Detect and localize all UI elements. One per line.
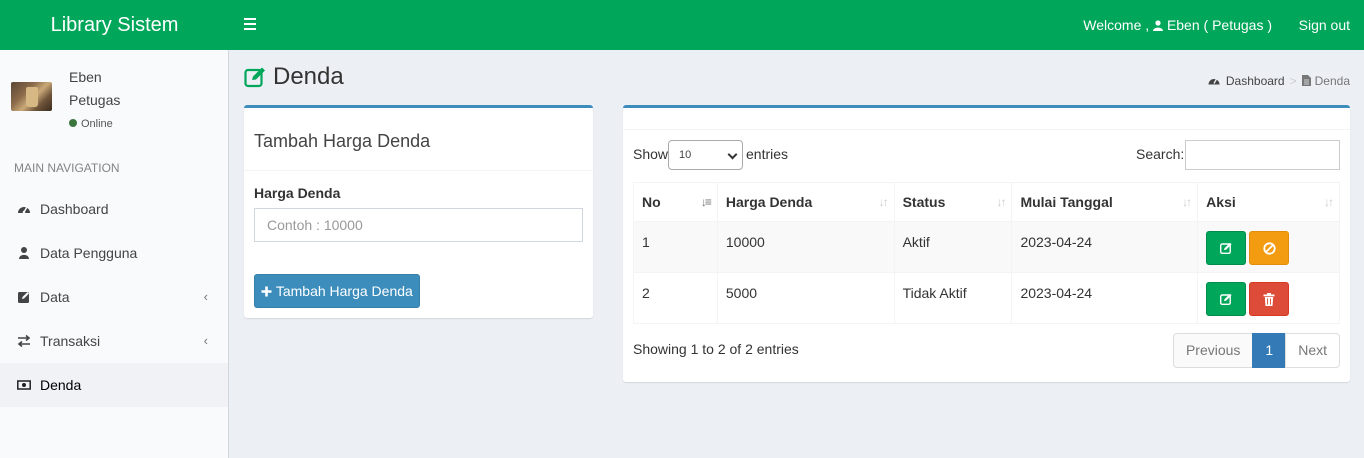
app-logo[interactable]: Library Sistem (0, 0, 229, 50)
sidebar-item-label: Data Pengguna (40, 245, 138, 261)
online-dot-icon (69, 119, 77, 128)
sidebar-item-data[interactable]: Data ‹ (0, 275, 228, 319)
dashboard-icon (1208, 78, 1220, 85)
user-role: Petugas (69, 92, 121, 108)
cell-harga: 5000 (716, 272, 895, 324)
page-1-button[interactable]: 1 (1252, 333, 1287, 368)
cell-no: 2 (633, 272, 718, 324)
table-row: 2 5000 Tidak Aktif 2023-04-24 (633, 272, 1340, 324)
cell-aksi (1197, 272, 1340, 324)
tambah-harga-denda-label: Tambah Harga Denda (275, 283, 413, 299)
edit-icon (244, 67, 265, 88)
sidebar-item-label: Transaksi (40, 333, 101, 349)
sidebar: Eben Petugas Online MAIN NAVIGATION Dash… (0, 50, 229, 458)
sort-icon: ↓↑ (878, 195, 889, 209)
fine-table-box: Show 10 entries Search: No ↓≡ Harga Denda… (623, 105, 1350, 382)
sidebar-item-data-pengguna[interactable]: Data Pengguna (0, 231, 228, 275)
user-panel: Eben Petugas Online (0, 50, 228, 145)
welcome-label: Welcome , (1083, 17, 1150, 33)
harga-denda-label: Harga Denda (254, 185, 341, 201)
sort-icon: ↓↑ (1182, 195, 1192, 209)
sort-icon: ↓↑ (1324, 195, 1334, 209)
welcome-username: Eben ( Petugas ) (1166, 17, 1272, 33)
next-page-button[interactable]: Next (1285, 333, 1340, 368)
show-label: Show (633, 146, 669, 162)
breadcrumb-current: Denda (1314, 74, 1350, 88)
search-input[interactable] (1185, 140, 1340, 170)
entries-length-select[interactable]: 10 (668, 140, 743, 170)
column-header-harga-denda[interactable]: Harga Denda ↓↑ (716, 182, 895, 222)
box-divider (623, 129, 1350, 130)
edit-button[interactable] (1206, 282, 1247, 316)
breadcrumb: Dashboard > Denda (1208, 74, 1350, 88)
sidebar-item-label: Dashboard (40, 201, 109, 217)
sidebar-item-dashboard[interactable]: Dashboard (0, 187, 228, 231)
column-header-status[interactable]: Status ↓↑ (893, 182, 1013, 222)
user-status-label: Online (81, 118, 113, 130)
user-name: Eben (69, 69, 102, 85)
edit-icon (1220, 242, 1232, 254)
chevron-left-icon: ‹ (203, 333, 208, 348)
pagination: Previous 1 Next (1172, 333, 1340, 368)
user-icon (1153, 20, 1164, 31)
sort-asc-icon: ↓≡ (700, 195, 712, 209)
trash-icon (1263, 293, 1275, 306)
sidebar-item-label: Data (40, 289, 70, 305)
table-info: Showing 1 to 2 of 2 entries (633, 341, 799, 357)
column-header-no[interactable]: No ↓≡ (633, 182, 718, 222)
cell-status: Aktif (893, 221, 1013, 273)
cell-tanggal: 2023-04-24 (1011, 272, 1199, 324)
avatar (11, 82, 52, 111)
delete-button[interactable] (1249, 282, 1290, 316)
column-header-mulai-tanggal[interactable]: Mulai Tanggal ↓↑ (1011, 182, 1199, 222)
ban-icon (1263, 242, 1276, 255)
sidebar-item-label: Denda (40, 377, 82, 393)
exchange-icon (17, 334, 31, 348)
edit-icon (1220, 293, 1232, 305)
dashboard-icon (18, 206, 30, 214)
page-title-text: Denda (273, 63, 344, 90)
plus-icon (261, 286, 272, 297)
cell-status: Tidak Aktif (893, 272, 1013, 324)
entries-label: entries (746, 146, 789, 162)
chevron-left-icon: ‹ (203, 289, 208, 304)
cell-harga: 10000 (716, 221, 895, 273)
box-divider (244, 170, 593, 171)
sidebar-item-denda[interactable]: Denda (0, 363, 228, 407)
add-fine-form-box: Tambah Harga Denda Harga Denda Tambah Ha… (244, 105, 593, 318)
column-header-aksi[interactable]: Aksi ↓↑ (1197, 182, 1340, 222)
nav-header: MAIN NAVIGATION (14, 161, 120, 175)
chevron-down-icon (727, 149, 738, 160)
top-header: Library Sistem Welcome , Eben ( Petugas … (0, 0, 1364, 50)
cell-tanggal: 2023-04-24 (1011, 221, 1199, 273)
sidebar-toggle-icon[interactable] (244, 18, 256, 32)
sidebar-item-transaksi[interactable]: Transaksi ‹ (0, 319, 228, 363)
user-status: Online (69, 118, 113, 130)
welcome-user[interactable]: Welcome , Eben ( Petugas ) (1083, 0, 1272, 50)
sort-icon: ↓↑ (996, 195, 1006, 209)
money-icon (17, 380, 31, 390)
user-icon (19, 247, 29, 259)
previous-page-button[interactable]: Previous (1172, 333, 1254, 368)
entries-length-value: 10 (679, 149, 692, 161)
breadcrumb-separator: > (1289, 74, 1297, 88)
fine-table: No ↓≡ Harga Denda ↓↑ Status ↓↑ Mulai Tangga… (633, 182, 1340, 324)
table-header-row: No ↓≡ Harga Denda ↓↑ Status ↓↑ Mulai Tangga… (633, 182, 1340, 222)
table-row: 1 10000 Aktif 2023-04-24 (633, 221, 1340, 273)
edit-button[interactable] (1206, 231, 1247, 265)
form-title: Tambah Harga Denda (254, 131, 431, 151)
file-icon (1301, 75, 1311, 86)
breadcrumb-home-link[interactable]: Dashboard (1226, 74, 1285, 88)
cell-no: 1 (633, 221, 718, 273)
cell-aksi (1197, 221, 1340, 273)
edit-icon (18, 292, 29, 303)
tambah-harga-denda-button[interactable]: Tambah Harga Denda (254, 274, 420, 308)
deactivate-button[interactable] (1249, 231, 1290, 265)
harga-denda-input[interactable] (254, 208, 583, 242)
search-label: Search: (1136, 146, 1185, 162)
signout-link[interactable]: Sign out (1299, 0, 1350, 50)
